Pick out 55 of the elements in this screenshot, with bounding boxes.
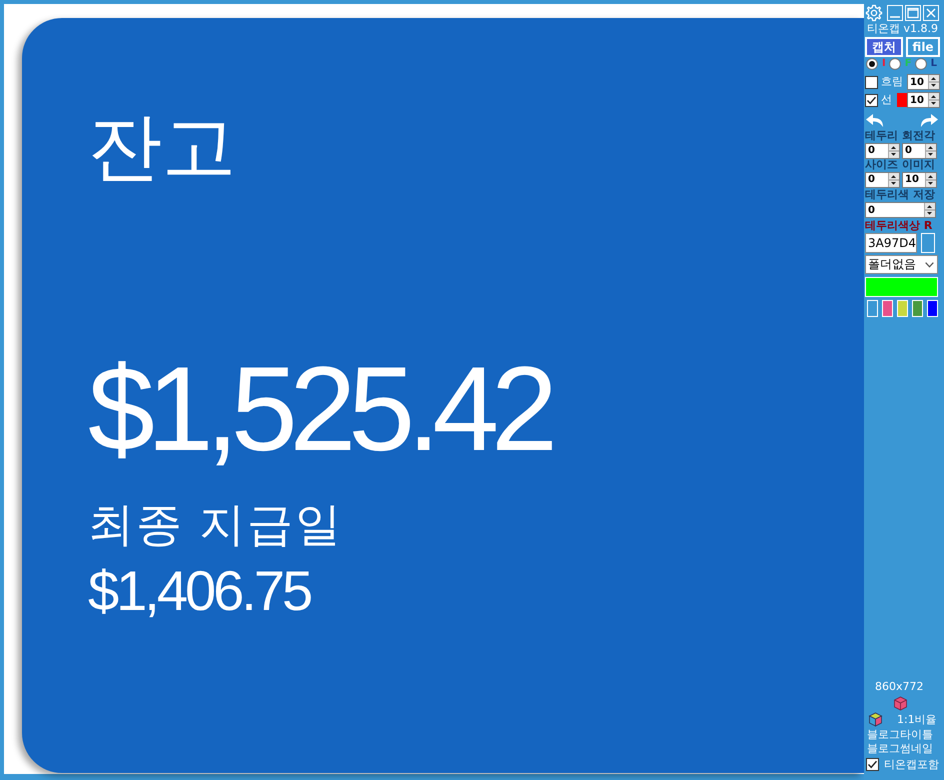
card-title: 잔고: [88, 110, 236, 184]
size-image-label: 사이즈 이미지: [865, 159, 935, 171]
line-label: 선: [881, 94, 892, 106]
number-field[interactable]: 0: [865, 202, 936, 218]
cube-icon[interactable]: [868, 712, 883, 727]
color-swatch[interactable]: [867, 300, 878, 317]
checkbox[interactable]: [865, 94, 878, 106]
checkbox[interactable]: [865, 76, 878, 88]
rotation-label: 테두리 회전각: [865, 130, 935, 142]
color-swatch: [897, 93, 907, 107]
balance-amount: $1,525.42: [88, 349, 550, 469]
spinner-arrows-icon[interactable]: [924, 203, 935, 217]
hex-input-field[interactable]: 3A97D4: [865, 233, 917, 253]
app-title: 티온캡 v1.8.9: [866, 23, 938, 35]
spinner-arrows-icon[interactable]: [928, 93, 939, 107]
settings-icon[interactable]: [865, 4, 883, 22]
number-field[interactable]: 10: [907, 74, 940, 90]
mode-label: L: [930, 58, 937, 70]
color-swatch[interactable]: [912, 300, 923, 317]
spinner-arrows-icon[interactable]: [925, 172, 936, 186]
checkbox[interactable]: [866, 758, 879, 771]
mode-label: F: [904, 58, 912, 70]
cube-icon[interactable]: [893, 696, 908, 711]
radio-button[interactable]: [866, 58, 878, 70]
last-payment-label: 최종 지급일: [88, 501, 343, 547]
dimensions-text: 860x772: [875, 680, 924, 693]
close-icon[interactable]: [923, 5, 939, 21]
spinner-arrows-icon[interactable]: [888, 144, 899, 158]
spinner-arrows-icon[interactable]: [928, 75, 939, 89]
last-payment-amount: $1,406.75: [88, 563, 310, 619]
radio-button[interactable]: [888, 58, 901, 70]
number-field[interactable]: 0: [902, 142, 937, 158]
color-swatch[interactable]: [921, 233, 935, 253]
undo-icon[interactable]: [865, 112, 885, 128]
redo-icon[interactable]: [919, 112, 939, 128]
number-field[interactable]: 10: [907, 92, 940, 108]
color-swatch[interactable]: [897, 300, 908, 317]
number-field[interactable]: 0: [865, 142, 900, 158]
number-field[interactable]: 0: [865, 172, 900, 188]
folder-dropdown[interactable]: 폴더없음: [865, 255, 938, 274]
spinner-arrows-icon[interactable]: [888, 172, 899, 186]
blur-label: 흐림: [881, 76, 903, 88]
color-swatch[interactable]: [882, 300, 893, 317]
chevron-down-icon: [925, 262, 934, 268]
minimize-icon[interactable]: [887, 5, 903, 21]
radio-button[interactable]: [914, 58, 927, 70]
include-label: 티온캡포함: [884, 758, 939, 771]
color-swatch[interactable]: [927, 300, 938, 317]
spinner-arrows-icon[interactable]: [925, 144, 936, 158]
border-color-save-label: 테두리색 저장: [865, 189, 935, 201]
number-field[interactable]: 10: [902, 172, 937, 188]
maximize-icon[interactable]: [905, 5, 921, 21]
mode-label: I: [882, 58, 886, 70]
capture-button[interactable]: 캡처: [865, 37, 903, 57]
border-color-label: 테두리색상 R: [865, 220, 932, 232]
